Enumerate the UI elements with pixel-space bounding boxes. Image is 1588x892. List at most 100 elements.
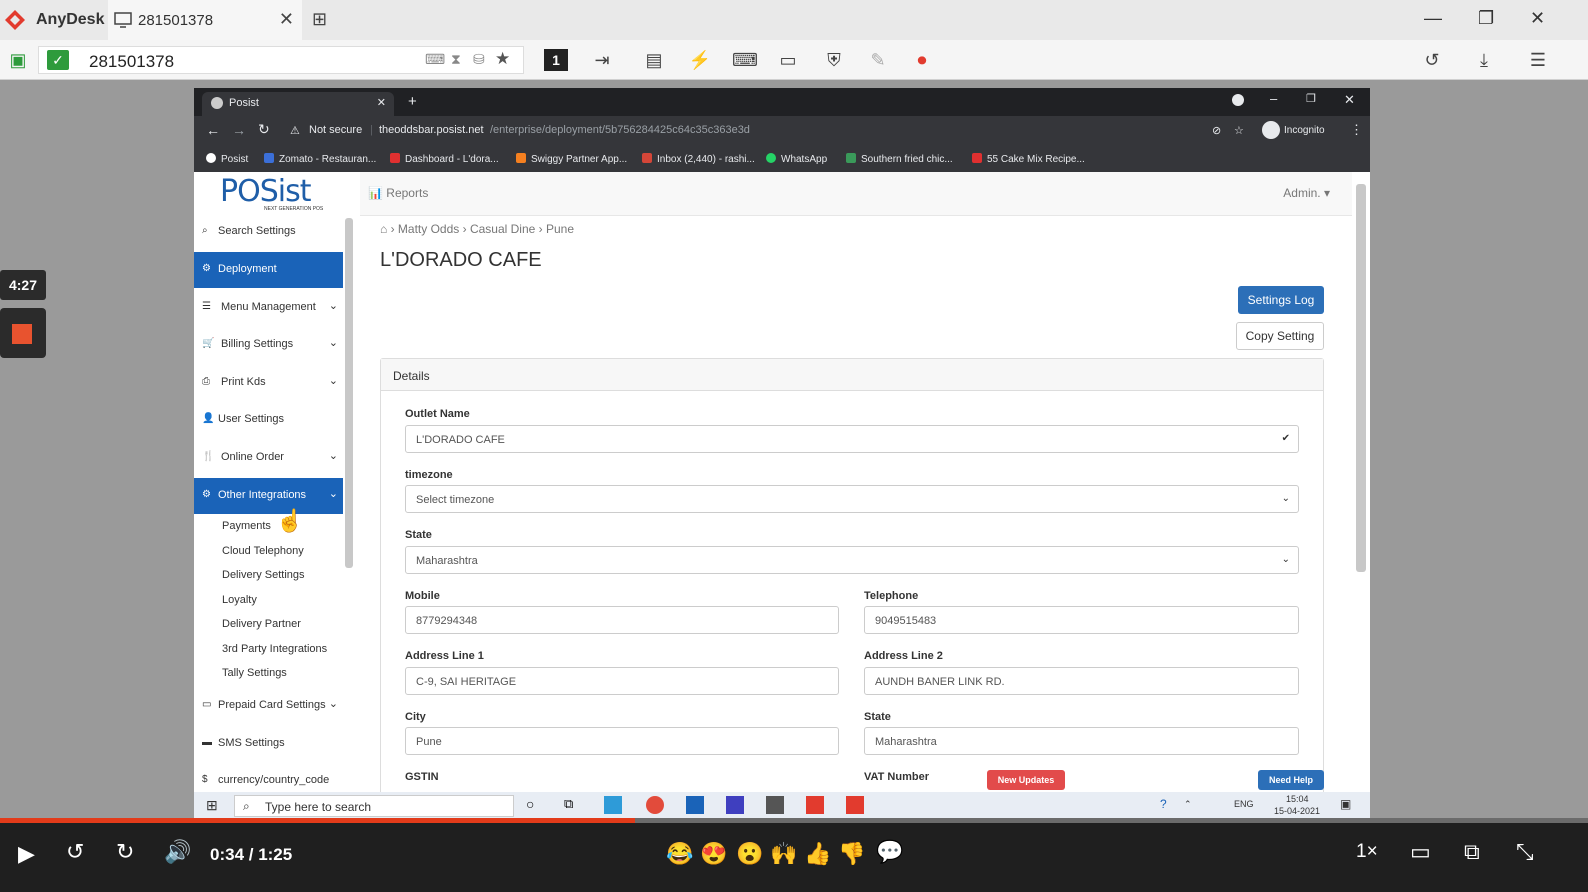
task-view-icon[interactable]: ⧉ [564, 796, 573, 812]
mobile-field[interactable]: 8779294348 [405, 606, 839, 634]
whiteboard-pen-icon[interactable]: ✎ [866, 49, 890, 71]
laugh-emoji-icon[interactable]: 😂 [666, 841, 693, 867]
thumbs-down-emoji-icon[interactable]: 👎 [838, 841, 865, 867]
breadcrumb-item[interactable]: Pune [546, 222, 574, 236]
state2-field[interactable]: Maharashtra [864, 727, 1299, 755]
bookmark-item[interactable]: Inbox (2,440) - rashi... [642, 153, 755, 165]
close-tab-icon[interactable]: ✕ [377, 96, 386, 109]
sub-item-payments[interactable]: Payments [222, 520, 271, 532]
sidebar-item-print-kds[interactable]: ⎙ Print Kds ⌄ [194, 365, 343, 401]
chrome-app-icon[interactable] [646, 796, 664, 814]
sidebar-item-prepaid-card[interactable]: ▭ Prepaid Card Settings ⌄ [194, 688, 343, 724]
thumbs-up-emoji-icon[interactable]: 👍 [804, 841, 831, 867]
sidebar-item-user-settings[interactable]: 👤 User Settings [194, 402, 343, 438]
chrome-menu-icon[interactable]: ⋮ [1350, 122, 1363, 138]
breadcrumb-item[interactable]: Casual Dine [470, 222, 535, 236]
forward-icon[interactable]: ↻ [116, 839, 134, 865]
new-tab-icon[interactable]: + [408, 93, 417, 110]
raised-hands-emoji-icon[interactable]: 🙌 [770, 841, 797, 867]
anydesk-address-field[interactable]: ✓ 281501378 ⌨ ⧗ ⛁ ★ [38, 46, 524, 74]
anydesk-session-tab[interactable]: 281501378 ✕ [108, 0, 302, 40]
bookmark-item[interactable]: Posist [206, 153, 248, 165]
volume-icon[interactable]: 🔊 [164, 839, 191, 865]
heart-eyes-emoji-icon[interactable]: 😍 [700, 841, 727, 867]
posist-logo[interactable]: POSist NEXT GENERATION POS [194, 172, 354, 216]
bookmark-item[interactable]: 55 Cake Mix Recipe... [972, 153, 1085, 165]
sidebar-item-sms-settings[interactable]: ▬ SMS Settings [194, 726, 343, 762]
sub-item-tally-settings[interactable]: Tally Settings [222, 667, 287, 679]
bookmark-star-icon[interactable]: ☆ [1234, 124, 1244, 137]
menu-icon[interactable]: ☰ [1526, 49, 1550, 71]
surprised-emoji-icon[interactable]: 😮 [736, 841, 763, 867]
sub-item-loyalty[interactable]: Loyalty [222, 594, 257, 606]
timezone-select[interactable]: Select timezone ⌄ [405, 485, 1299, 513]
state-select[interactable]: Maharashtra ⌄ [405, 546, 1299, 574]
stop-recording-button[interactable] [0, 308, 46, 358]
close-window-icon[interactable]: ✕ [1530, 8, 1545, 29]
chat-icon[interactable]: ▤ [642, 49, 666, 71]
play-icon[interactable]: ▶ [18, 841, 35, 867]
miniplayer-icon[interactable]: ⧉ [1464, 839, 1480, 865]
download-icon[interactable]: ⤓ [1472, 49, 1496, 71]
new-updates-button[interactable]: New Updates [987, 770, 1065, 790]
remote-desktop[interactable]: Posist ✕ + – ❐ ✕ ← → ↻ ⚠ Not secure | th… [194, 88, 1370, 818]
keyboard-icon[interactable]: ⌨ [732, 49, 758, 71]
eye-off-icon[interactable]: ⊘ [1212, 124, 1221, 137]
history-icon[interactable]: ↺ [1420, 49, 1444, 71]
clock-date[interactable]: 15-04-2021 [1274, 806, 1320, 816]
notification-icon[interactable]: ▣ [1340, 797, 1351, 811]
sub-item-3rd-party[interactable]: 3rd Party Integrations [222, 643, 327, 655]
breadcrumb-item[interactable]: Matty Odds [398, 222, 459, 236]
anydesk-app-icon[interactable] [846, 796, 864, 814]
minimize-icon[interactable]: — [1424, 8, 1442, 29]
sidebar-item-online-order[interactable]: 🍴 Online Order ⌄ [194, 440, 343, 476]
chrome-minimize-icon[interactable]: – [1270, 91, 1277, 106]
anydesk-app-icon[interactable] [806, 796, 824, 814]
bookmark-item[interactable]: Southern fried chic... [846, 153, 953, 165]
bookmark-item[interactable]: Zomato - Restauran... [264, 153, 376, 165]
new-session-icon[interactable]: ⊞ [312, 9, 327, 30]
reports-link[interactable]: 📊 Reports [368, 186, 428, 200]
sidebar-scrollbar[interactable] [345, 218, 353, 568]
language-indicator[interactable]: ENG [1234, 799, 1254, 809]
app-icon[interactable] [726, 796, 744, 814]
cortana-icon[interactable]: ○ [526, 796, 534, 812]
taskbar-search[interactable]: ⌕ Type here to search [234, 795, 514, 817]
sidebar-item-menu-management[interactable]: ☰ Menu Management ⌄ [194, 290, 343, 326]
display-select-button[interactable]: 1 [544, 49, 568, 71]
sidebar-item-other-integrations[interactable]: ⚙ Other Integrations ⌄ [194, 478, 343, 514]
favorite-star-icon[interactable]: ★ [495, 49, 510, 69]
sub-item-delivery-settings[interactable]: Delivery Settings [222, 569, 305, 581]
chrome-close-icon[interactable]: ✕ [1344, 92, 1355, 108]
page-scrollbar[interactable] [1356, 184, 1366, 572]
app-icon[interactable] [766, 796, 784, 814]
sidebar-item-deployment[interactable]: ⚙ Deployment [194, 252, 343, 288]
app-icon[interactable] [604, 796, 622, 814]
file-transfer-icon[interactable]: ⇥ [590, 49, 614, 71]
close-tab-icon[interactable]: ✕ [279, 9, 294, 30]
city-field[interactable]: Pune [405, 727, 839, 755]
settings-log-button[interactable]: Settings Log [1238, 286, 1324, 314]
address2-field[interactable]: AUNDH BANER LINK RD. [864, 667, 1299, 695]
restore-icon[interactable]: ❐ [1478, 8, 1494, 29]
record-icon[interactable]: ⏺ [910, 49, 934, 71]
actions-lightning-icon[interactable]: ⚡ [688, 49, 712, 71]
playback-speed[interactable]: 1× [1356, 841, 1378, 863]
sidebar-item-billing-settings[interactable]: 🛒 Billing Settings ⌄ [194, 327, 343, 363]
address1-field[interactable]: C-9, SAI HERITAGE [405, 667, 839, 695]
copy-setting-button[interactable]: Copy Setting [1236, 322, 1324, 350]
forward-icon[interactable]: → [232, 122, 246, 138]
chrome-tab-posist[interactable]: Posist ✕ [202, 92, 394, 116]
hourglass-icon[interactable]: ⧗ [451, 51, 461, 68]
back-icon[interactable]: ← [206, 122, 220, 138]
rewind-icon[interactable]: ↺ [66, 839, 84, 865]
display-icon[interactable]: ▭ [776, 49, 800, 71]
reload-icon[interactable]: ↻ [258, 121, 270, 138]
sub-item-delivery-partner[interactable]: Delivery Partner [222, 618, 301, 630]
search-settings[interactable]: ⌕ Search Settings [194, 214, 343, 250]
exit-fullscreen-icon[interactable]: ⤡ [1516, 839, 1534, 865]
admin-dropdown[interactable]: Admin. ▾ [1283, 186, 1330, 200]
comment-icon[interactable]: 💬 [876, 839, 903, 865]
chrome-restore-icon[interactable]: ❐ [1306, 92, 1316, 105]
windows-start-icon[interactable]: ⊞ [206, 797, 218, 814]
